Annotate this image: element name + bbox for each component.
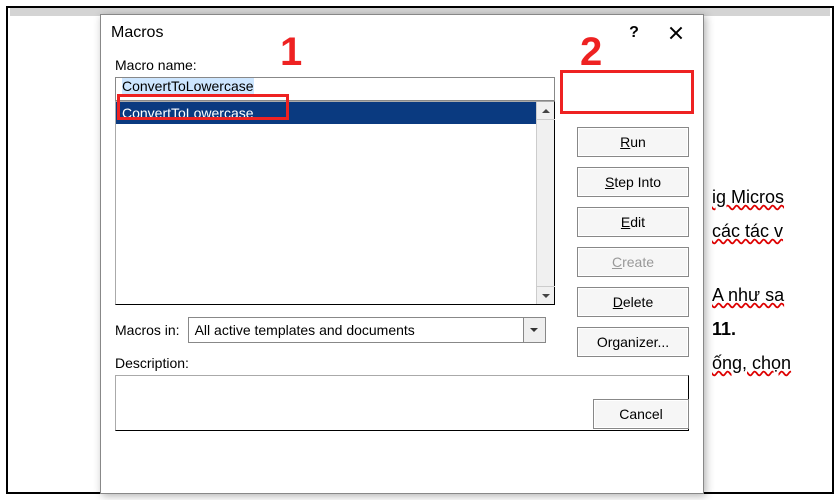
chevron-down-icon xyxy=(529,325,539,335)
bg-line-4: 11. xyxy=(712,319,736,339)
bg-line-5: ống, chọn xyxy=(712,353,791,373)
macro-list[interactable]: ConvertToLowercase xyxy=(115,101,555,305)
description-label: Description: xyxy=(115,355,689,371)
create-button[interactable]: Create xyxy=(577,247,689,277)
macros-dialog: Macros ? Macro name: ConvertToLowercase … xyxy=(100,14,704,494)
macros-in-label: Macros in: xyxy=(115,322,180,338)
dialog-title: Macros xyxy=(111,24,613,42)
bg-line-1: ig Micros xyxy=(712,187,784,207)
bg-line-3: A như sa xyxy=(712,285,784,305)
callout-number-2: 2 xyxy=(580,30,602,75)
edit-button[interactable]: Edit xyxy=(577,207,689,237)
cancel-button[interactable]: Cancel xyxy=(593,399,689,429)
macros-in-value: All active templates and documents xyxy=(189,322,523,338)
bg-line-2: các tác v xyxy=(712,221,783,241)
scroll-up-button[interactable] xyxy=(537,102,555,120)
scrollbar[interactable] xyxy=(536,102,554,304)
delete-button[interactable]: Delete xyxy=(577,287,689,317)
callout-number-1: 1 xyxy=(280,30,302,75)
macro-name-value: ConvertToLowercase xyxy=(122,78,254,94)
combo-dropdown-button[interactable] xyxy=(523,318,545,342)
macros-in-combo[interactable]: All active templates and documents xyxy=(188,317,546,343)
chevron-down-icon xyxy=(541,291,551,301)
step-into-button[interactable]: Step Into xyxy=(577,167,689,197)
help-button[interactable]: ? xyxy=(613,18,655,48)
chevron-up-icon xyxy=(541,106,551,116)
macro-name-label: Macro name: xyxy=(115,57,689,73)
button-column: Run Step Into Edit Create Delete Organiz… xyxy=(577,127,689,357)
list-item[interactable]: ConvertToLowercase xyxy=(116,102,554,124)
dialog-titlebar[interactable]: Macros ? xyxy=(101,15,703,51)
close-icon xyxy=(669,26,683,40)
dialog-footer: Cancel xyxy=(593,399,689,429)
run-button[interactable]: Run xyxy=(577,127,689,157)
macro-name-input[interactable]: ConvertToLowercase xyxy=(115,77,555,101)
background-document-text: ig Micros các tác v A như sa 11. ống, ch… xyxy=(712,0,832,500)
dialog-body: Macro name: ConvertToLowercase ConvertTo… xyxy=(101,51,703,441)
scroll-down-button[interactable] xyxy=(537,286,555,304)
organizer-button[interactable]: Organizer... xyxy=(577,327,689,357)
close-button[interactable] xyxy=(655,18,697,48)
